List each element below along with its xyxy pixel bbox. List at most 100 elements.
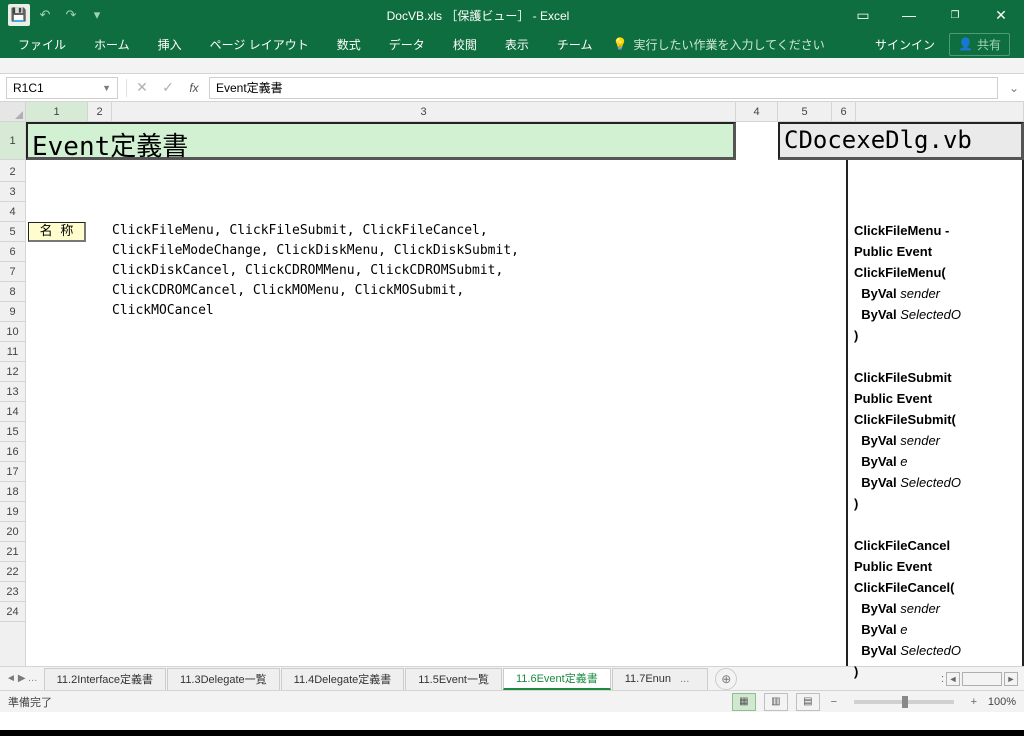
col-header[interactable]: 1 bbox=[26, 102, 88, 121]
redo-icon[interactable]: ↷ bbox=[60, 4, 82, 26]
view-page-layout-button[interactable]: ▥ bbox=[764, 693, 788, 711]
row-header[interactable]: 7 bbox=[0, 262, 25, 282]
row-header[interactable]: 12 bbox=[0, 362, 25, 382]
sheet-nav-prev-icon[interactable]: ▶ bbox=[18, 673, 26, 684]
sheet-nav-first-icon[interactable]: ◄ bbox=[6, 673, 16, 684]
sheet-tab[interactable]: 11.7Enun ... bbox=[612, 668, 709, 690]
tell-me-text: 実行したい作業を入力してください bbox=[633, 36, 824, 53]
label-name[interactable]: 名 称 bbox=[28, 222, 86, 242]
name-box-value: R1C1 bbox=[13, 81, 44, 95]
status-bar: 準備完了 ▦ ▥ ▤ − + 100% bbox=[0, 690, 1024, 712]
tab-page-layout[interactable]: ページ レイアウト bbox=[196, 30, 323, 58]
expand-formula-bar-icon[interactable]: ⌄ bbox=[1004, 81, 1024, 95]
tab-review[interactable]: 校閲 bbox=[439, 30, 491, 58]
row-header[interactable]: 20 bbox=[0, 522, 25, 542]
select-all-button[interactable] bbox=[0, 102, 26, 121]
row-header[interactable]: 5 bbox=[0, 222, 25, 242]
view-normal-button[interactable]: ▦ bbox=[732, 693, 756, 711]
row-header[interactable]: 1 bbox=[0, 122, 25, 160]
tab-data[interactable]: データ bbox=[375, 30, 439, 58]
cell-filename[interactable]: CDocexeDlg.vb bbox=[778, 122, 1024, 160]
row-headers: 1 2 3 4 5 6 7 8 9 10 11 12 13 14 15 16 1… bbox=[0, 122, 26, 666]
sheet-tab[interactable]: 11.5Event一覧 bbox=[405, 668, 502, 690]
minimize-button[interactable]: — bbox=[886, 0, 932, 30]
qat-dropdown-icon[interactable]: ▾ bbox=[86, 4, 108, 26]
row-header[interactable]: 2 bbox=[0, 162, 25, 182]
col-header[interactable]: 5 bbox=[778, 102, 832, 121]
restore-button[interactable]: ❐ bbox=[932, 0, 978, 30]
cell-grid[interactable]: Event定義書 CDocexeDlg.vb 名 称 ClickFileMenu… bbox=[26, 122, 1024, 666]
view-page-break-button[interactable]: ▤ bbox=[796, 693, 820, 711]
row-header[interactable]: 6 bbox=[0, 242, 25, 262]
row-header[interactable]: 15 bbox=[0, 422, 25, 442]
zoom-out-button[interactable]: − bbox=[828, 696, 840, 708]
window-controls: ▭ — ❐ ✕ bbox=[840, 0, 1024, 30]
row-header[interactable]: 10 bbox=[0, 322, 25, 342]
sheet-tab-truncated: ... bbox=[674, 673, 695, 685]
row-header[interactable]: 18 bbox=[0, 482, 25, 502]
col-header[interactable]: 4 bbox=[736, 102, 778, 121]
sheet-nav-more-icon[interactable]: … bbox=[28, 673, 38, 684]
fx-icon[interactable]: fx bbox=[181, 81, 207, 95]
grid-area: 1 2 3 4 5 6 7 8 9 10 11 12 13 14 15 16 1… bbox=[0, 122, 1024, 666]
formula-bar: R1C1 ▼ ✕ ✓ fx Event定義書 ⌄ bbox=[0, 74, 1024, 102]
row-header[interactable]: 19 bbox=[0, 502, 25, 522]
share-icon: 👤 bbox=[958, 37, 973, 51]
enter-icon[interactable]: ✓ bbox=[155, 79, 181, 96]
share-button[interactable]: 👤 共有 bbox=[949, 33, 1010, 56]
formula-input[interactable]: Event定義書 bbox=[209, 77, 998, 99]
tab-formulas[interactable]: 数式 bbox=[323, 30, 375, 58]
save-icon[interactable]: 💾 bbox=[8, 4, 30, 26]
col-header[interactable]: 2 bbox=[88, 102, 112, 121]
row-header[interactable]: 21 bbox=[0, 542, 25, 562]
cell-title[interactable]: Event定義書 bbox=[26, 122, 736, 160]
tab-view[interactable]: 表示 bbox=[491, 30, 543, 58]
ribbon-options-icon[interactable]: ▭ bbox=[840, 0, 886, 30]
row-header[interactable]: 23 bbox=[0, 582, 25, 602]
sheet-tab[interactable]: 11.3Delegate一覧 bbox=[167, 668, 280, 690]
lightbulb-icon: 💡 bbox=[612, 37, 627, 51]
window-title: DocVB.xls ［保護ビュー］ - Excel bbox=[116, 7, 840, 24]
zoom-slider[interactable] bbox=[854, 700, 954, 704]
close-button[interactable]: ✕ bbox=[978, 0, 1024, 30]
zoom-thumb[interactable] bbox=[902, 696, 908, 708]
undo-icon[interactable]: ↶ bbox=[34, 4, 56, 26]
event-names-text[interactable]: ClickFileMenu, ClickFileSubmit, ClickFil… bbox=[112, 221, 519, 321]
cancel-icon[interactable]: ✕ bbox=[129, 79, 155, 96]
tab-insert[interactable]: 挿入 bbox=[144, 30, 196, 58]
new-sheet-button[interactable]: ⊕ bbox=[715, 668, 737, 690]
tell-me[interactable]: 💡 実行したい作業を入力してください bbox=[612, 36, 824, 53]
tab-home[interactable]: ホーム bbox=[80, 30, 144, 58]
ribbon-tabs: ファイル ホーム 挿入 ページ レイアウト 数式 データ 校閲 表示 チーム 💡… bbox=[0, 30, 1024, 58]
row-header[interactable]: 3 bbox=[0, 182, 25, 202]
sheet-tab[interactable]: 11.4Delegate定義書 bbox=[281, 668, 405, 690]
share-label: 共有 bbox=[977, 36, 1001, 53]
row-header[interactable]: 22 bbox=[0, 562, 25, 582]
row-header[interactable]: 11 bbox=[0, 342, 25, 362]
tab-file[interactable]: ファイル bbox=[4, 30, 80, 58]
name-box[interactable]: R1C1 ▼ bbox=[6, 77, 118, 99]
col-header-rest[interactable] bbox=[856, 102, 1024, 121]
sheet-tab-active[interactable]: 11.6Event定義書 bbox=[503, 668, 611, 690]
zoom-in-button[interactable]: + bbox=[968, 696, 980, 708]
row-header[interactable]: 14 bbox=[0, 402, 25, 422]
row-header[interactable]: 13 bbox=[0, 382, 25, 402]
zoom-level[interactable]: 100% bbox=[988, 696, 1016, 708]
row-header[interactable]: 8 bbox=[0, 282, 25, 302]
sheet-tab[interactable]: 11.2Interface定義書 bbox=[44, 668, 166, 690]
signin-link[interactable]: サインイン bbox=[875, 36, 935, 53]
row-header[interactable]: 4 bbox=[0, 202, 25, 222]
row-header[interactable]: 17 bbox=[0, 462, 25, 482]
col-header[interactable]: 6 bbox=[832, 102, 856, 121]
row-header[interactable]: 9 bbox=[0, 302, 25, 322]
sheet-nav: ◄ ▶ … bbox=[0, 673, 44, 684]
title-bar: 💾 ↶ ↷ ▾ DocVB.xls ［保護ビュー］ - Excel ▭ — ❐ … bbox=[0, 0, 1024, 30]
bottom-border bbox=[0, 730, 1024, 736]
name-box-dropdown-icon[interactable]: ▼ bbox=[102, 83, 111, 93]
tab-team[interactable]: チーム bbox=[543, 30, 607, 58]
col-header[interactable]: 3 bbox=[112, 102, 736, 121]
ribbon-collapsed-bar bbox=[0, 58, 1024, 74]
side-code-text[interactable]: ClickFileMenu - Public Event ClickFileMe… bbox=[854, 221, 1024, 683]
row-header[interactable]: 16 bbox=[0, 442, 25, 462]
row-header[interactable]: 24 bbox=[0, 602, 25, 622]
